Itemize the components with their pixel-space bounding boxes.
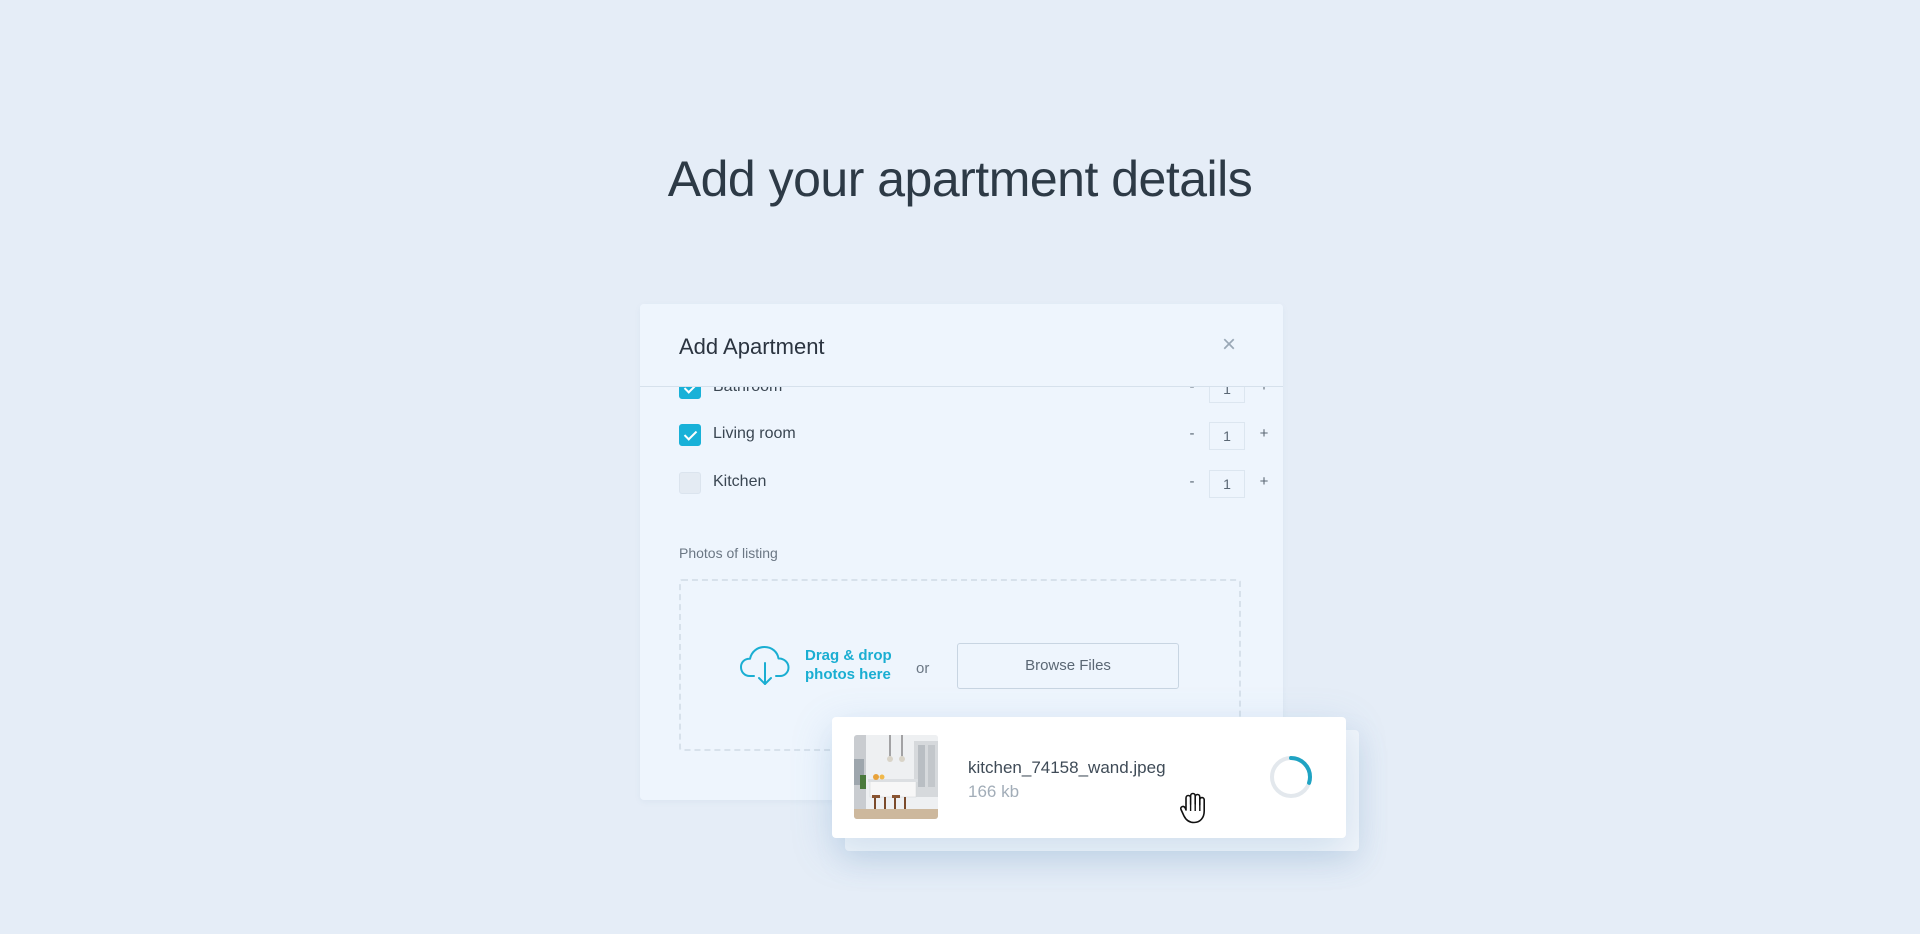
uploading-file-card[interactable]: kitchen_74158_wand.jpeg 166 kb [832,717,1346,838]
cloud-download-icon [740,646,790,685]
grab-hand-cursor-icon [1179,792,1205,824]
photos-section-label: Photos of listing [679,545,778,561]
room-row-living-room: Living room - 1 + [679,422,1268,450]
room-label: Living room [713,425,796,442]
decrement-button[interactable]: - [1184,473,1200,490]
increment-button[interactable]: + [1256,425,1272,442]
dropzone-line-1: Drag & drop [805,647,892,664]
quantity-field[interactable]: 1 [1209,470,1245,498]
close-icon[interactable]: × [1218,333,1240,357]
living-room-checkbox[interactable] [679,424,701,446]
living-room-stepper: - 1 + [1184,422,1274,450]
modal-title: Add Apartment [679,334,825,359]
browse-files-button[interactable]: Browse Files [957,643,1179,689]
room-row-kitchen: Kitchen - 1 + [679,470,1268,498]
page-title: Add your apartment details [667,151,1253,207]
quantity-field[interactable]: 1 [1209,422,1245,450]
or-text: or [916,660,930,677]
dropzone-text: Drag & drop photos here [805,646,892,684]
loading-spinner-icon [1270,756,1312,798]
increment-button[interactable]: + [1256,473,1272,490]
room-label: Kitchen [713,473,767,490]
kitchen-photo-thumbnail [854,735,938,819]
modal-header: Add Apartment × [640,304,1283,387]
file-size: 166 kb [968,782,1020,801]
file-name: kitchen_74158_wand.jpeg [968,758,1166,777]
decrement-button[interactable]: - [1184,425,1200,442]
kitchen-stepper: - 1 + [1184,470,1274,498]
dropzone-line-2: photos here [805,666,891,683]
kitchen-checkbox[interactable] [679,472,701,494]
file-thumbnail [854,735,938,819]
